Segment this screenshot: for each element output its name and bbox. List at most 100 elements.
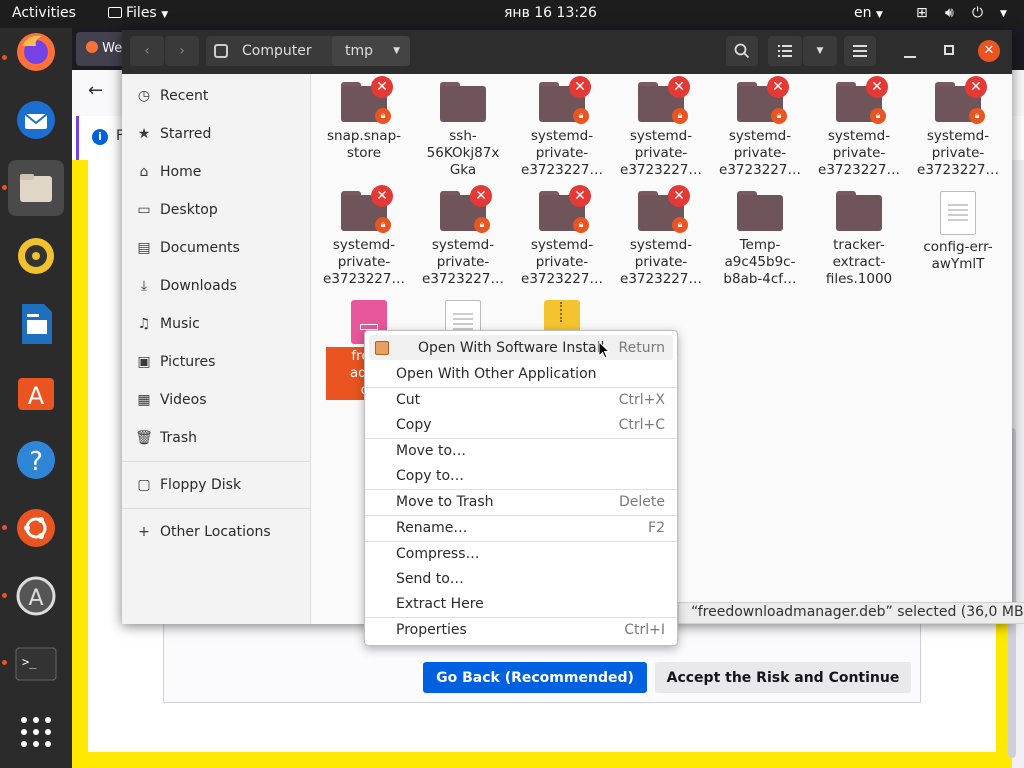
file-item[interactable]: ✕ 🔒︎ systemd-private-e3723227… — [910, 76, 1006, 179]
menu-button[interactable] — [844, 36, 876, 66]
menu-item-extract-here[interactable]: Extract Here — [369, 591, 673, 616]
view-list-button[interactable] — [768, 36, 802, 66]
go-back-button[interactable]: Go Back (Recommended) — [423, 662, 647, 693]
menu-item-properties[interactable]: Properties Ctrl+I — [369, 617, 673, 642]
rhythmbox-icon[interactable] — [8, 228, 64, 284]
sidebar-item-other-locations[interactable]: + Other Locations — [122, 513, 311, 551]
network-icon[interactable]: ⊞ — [916, 5, 928, 21]
volume-icon[interactable]: 🔊︎ — [945, 5, 954, 21]
software-install-icon — [375, 340, 389, 355]
file-name: private- — [535, 254, 589, 270]
file-item[interactable]: tracker-extract-files.1000 — [811, 191, 907, 288]
file-name: private- — [436, 254, 490, 270]
close-icon[interactable]: ✕ — [978, 40, 1000, 62]
sidebar-item-pictures[interactable]: ▣ Pictures — [122, 343, 311, 381]
folder-icon — [440, 82, 486, 122]
menu-item-compress[interactable]: Compress… — [369, 541, 673, 566]
file-item[interactable]: ✕ 🔒︎ systemd-private-e3723227… — [514, 185, 610, 288]
sidebar-item-starred[interactable]: ★ Starred — [122, 115, 311, 153]
minimize-icon[interactable] — [904, 44, 916, 58]
file-name: private- — [931, 145, 985, 161]
menu-item-cut[interactable]: Cut Ctrl+X — [369, 387, 673, 412]
menu-item-send-to[interactable]: Send to… — [369, 566, 673, 591]
file-name: Gka — [449, 162, 477, 178]
app-menu-files[interactable]: Files ▼ — [108, 5, 168, 21]
maximize-icon[interactable] — [944, 45, 954, 55]
sidebar-item-floppy[interactable]: ▢ Floppy Disk — [122, 466, 311, 504]
path-computer[interactable]: Computer — [206, 36, 348, 66]
path-tmp[interactable]: tmp ▼ — [332, 36, 410, 66]
locked-folder-icon: ✕ 🔒︎ — [836, 76, 888, 124]
locked-folder-icon: ✕ 🔒︎ — [341, 76, 393, 124]
files-icon[interactable] — [8, 160, 64, 216]
file-name: private- — [733, 145, 787, 161]
software-updater-icon[interactable]: A — [8, 568, 64, 624]
file-item[interactable] — [514, 300, 610, 334]
forward-button[interactable]: › — [165, 36, 199, 66]
file-item[interactable]: ✕ 🔒︎ systemd-private-e3723227… — [613, 76, 709, 179]
sidebar-item-documents[interactable]: ▤ Documents — [122, 229, 311, 267]
file-name: e3723227… — [521, 162, 603, 178]
file-name: e3723227… — [818, 162, 900, 178]
chevron-down-icon: ▼ — [393, 46, 400, 56]
header-bar: ‹ › Computer tmp ▼ ▼ ✕ — [122, 30, 1012, 74]
activities-button[interactable]: Activities — [12, 5, 76, 21]
menu-item-rename[interactable]: Rename… F2 — [369, 515, 673, 540]
menu-item-open-with-other-application[interactable]: Open With Other Application — [369, 361, 673, 386]
file-item[interactable]: ✕ 🔒︎ systemd-private-e3723227… — [613, 185, 709, 288]
file-item[interactable]: Temp-a9c45b9c-b8ab-4cf… — [712, 191, 808, 288]
search-button[interactable] — [726, 36, 758, 66]
sidebar-item-trash[interactable]: 🗑︎ Trash — [122, 419, 311, 457]
file-item[interactable]: ssh- 56KOkj87x Gka — [415, 82, 511, 179]
menu-item-label: Cut — [396, 391, 421, 408]
menu-item-label: Send to… — [396, 570, 464, 587]
file-name: private- — [832, 145, 886, 161]
documents-icon: ▤ — [137, 240, 151, 256]
sidebar-item-desktop[interactable]: ▭ Desktop — [122, 191, 311, 229]
file-item[interactable]: ✕ 🔒︎ systemd-private-e3723227… — [316, 185, 412, 288]
menu-item-copy[interactable]: Copy Ctrl+C — [369, 412, 673, 437]
clock[interactable]: янв 16 13:26 — [504, 5, 597, 21]
firefox-icon[interactable] — [8, 24, 64, 80]
drive-icon — [214, 44, 228, 58]
thunderbird-icon[interactable] — [8, 92, 64, 148]
language-indicator[interactable]: en ▼ — [854, 5, 883, 21]
sidebar-item-music[interactable]: ♫ Music — [122, 305, 311, 343]
sidebar-item-videos[interactable]: ▦ Videos — [122, 381, 311, 419]
menu-item-copy-to[interactable]: Copy to… — [369, 463, 673, 488]
music-icon: ♫ — [137, 316, 151, 332]
menu-item-move-to-trash[interactable]: Move to Trash Delete — [369, 489, 673, 514]
file-item[interactable]: ✕ 🔒︎ systemd-private-e3723227… — [415, 185, 511, 288]
libreoffice-writer-icon[interactable] — [8, 296, 64, 352]
file-item[interactable]: config-err-awYmlT — [910, 191, 1006, 273]
menu-item-move-to[interactable]: Move to… — [369, 438, 673, 463]
sidebar-item-label: Home — [160, 164, 202, 180]
help-icon[interactable]: ? — [8, 432, 64, 488]
file-item[interactable]: ✕ 🔒︎ snap.snap-store — [316, 76, 412, 162]
terminal-icon[interactable]: >_ — [8, 636, 64, 692]
sidebar-item-home[interactable]: ⌂ Home — [122, 153, 311, 191]
file-name: e3723227… — [422, 271, 504, 287]
back-button[interactable]: ‹ — [130, 36, 164, 66]
language-label: en — [854, 5, 872, 21]
accept-risk-button[interactable]: Accept the Risk and Continue — [655, 662, 911, 693]
list-icon — [778, 45, 792, 57]
chevron-right-icon: › — [179, 43, 185, 59]
menu-item-open-with-software-install[interactable]: Open With Software Install Return — [369, 335, 673, 360]
show-apps-icon[interactable] — [8, 704, 64, 760]
back-arrow-icon[interactable]: ← — [88, 80, 103, 101]
view-options-button[interactable]: ▼ — [803, 36, 837, 66]
menu-item-accel: F2 — [648, 519, 665, 536]
ubuntu-icon[interactable] — [8, 500, 64, 556]
software-center-icon[interactable]: A — [8, 364, 64, 420]
sidebar-item-downloads[interactable]: ⤓ Downloads — [122, 267, 311, 305]
chevron-down-icon[interactable]: ▼ — [1000, 9, 1007, 19]
menu-item-label: Copy to… — [396, 467, 465, 484]
folder-icon — [737, 191, 783, 231]
file-item[interactable]: ✕ 🔒︎ systemd-private-e3723227… — [514, 76, 610, 179]
file-item[interactable]: ✕ 🔒︎ systemd-private-e3723227… — [811, 76, 907, 179]
file-name: systemd- — [332, 237, 396, 253]
file-item[interactable]: ✕ 🔒︎ systemd-private-e3723227… — [712, 76, 808, 179]
power-icon[interactable]: ⏻ — [972, 5, 983, 21]
sidebar-item-recent[interactable]: ◷ Recent — [122, 77, 311, 115]
